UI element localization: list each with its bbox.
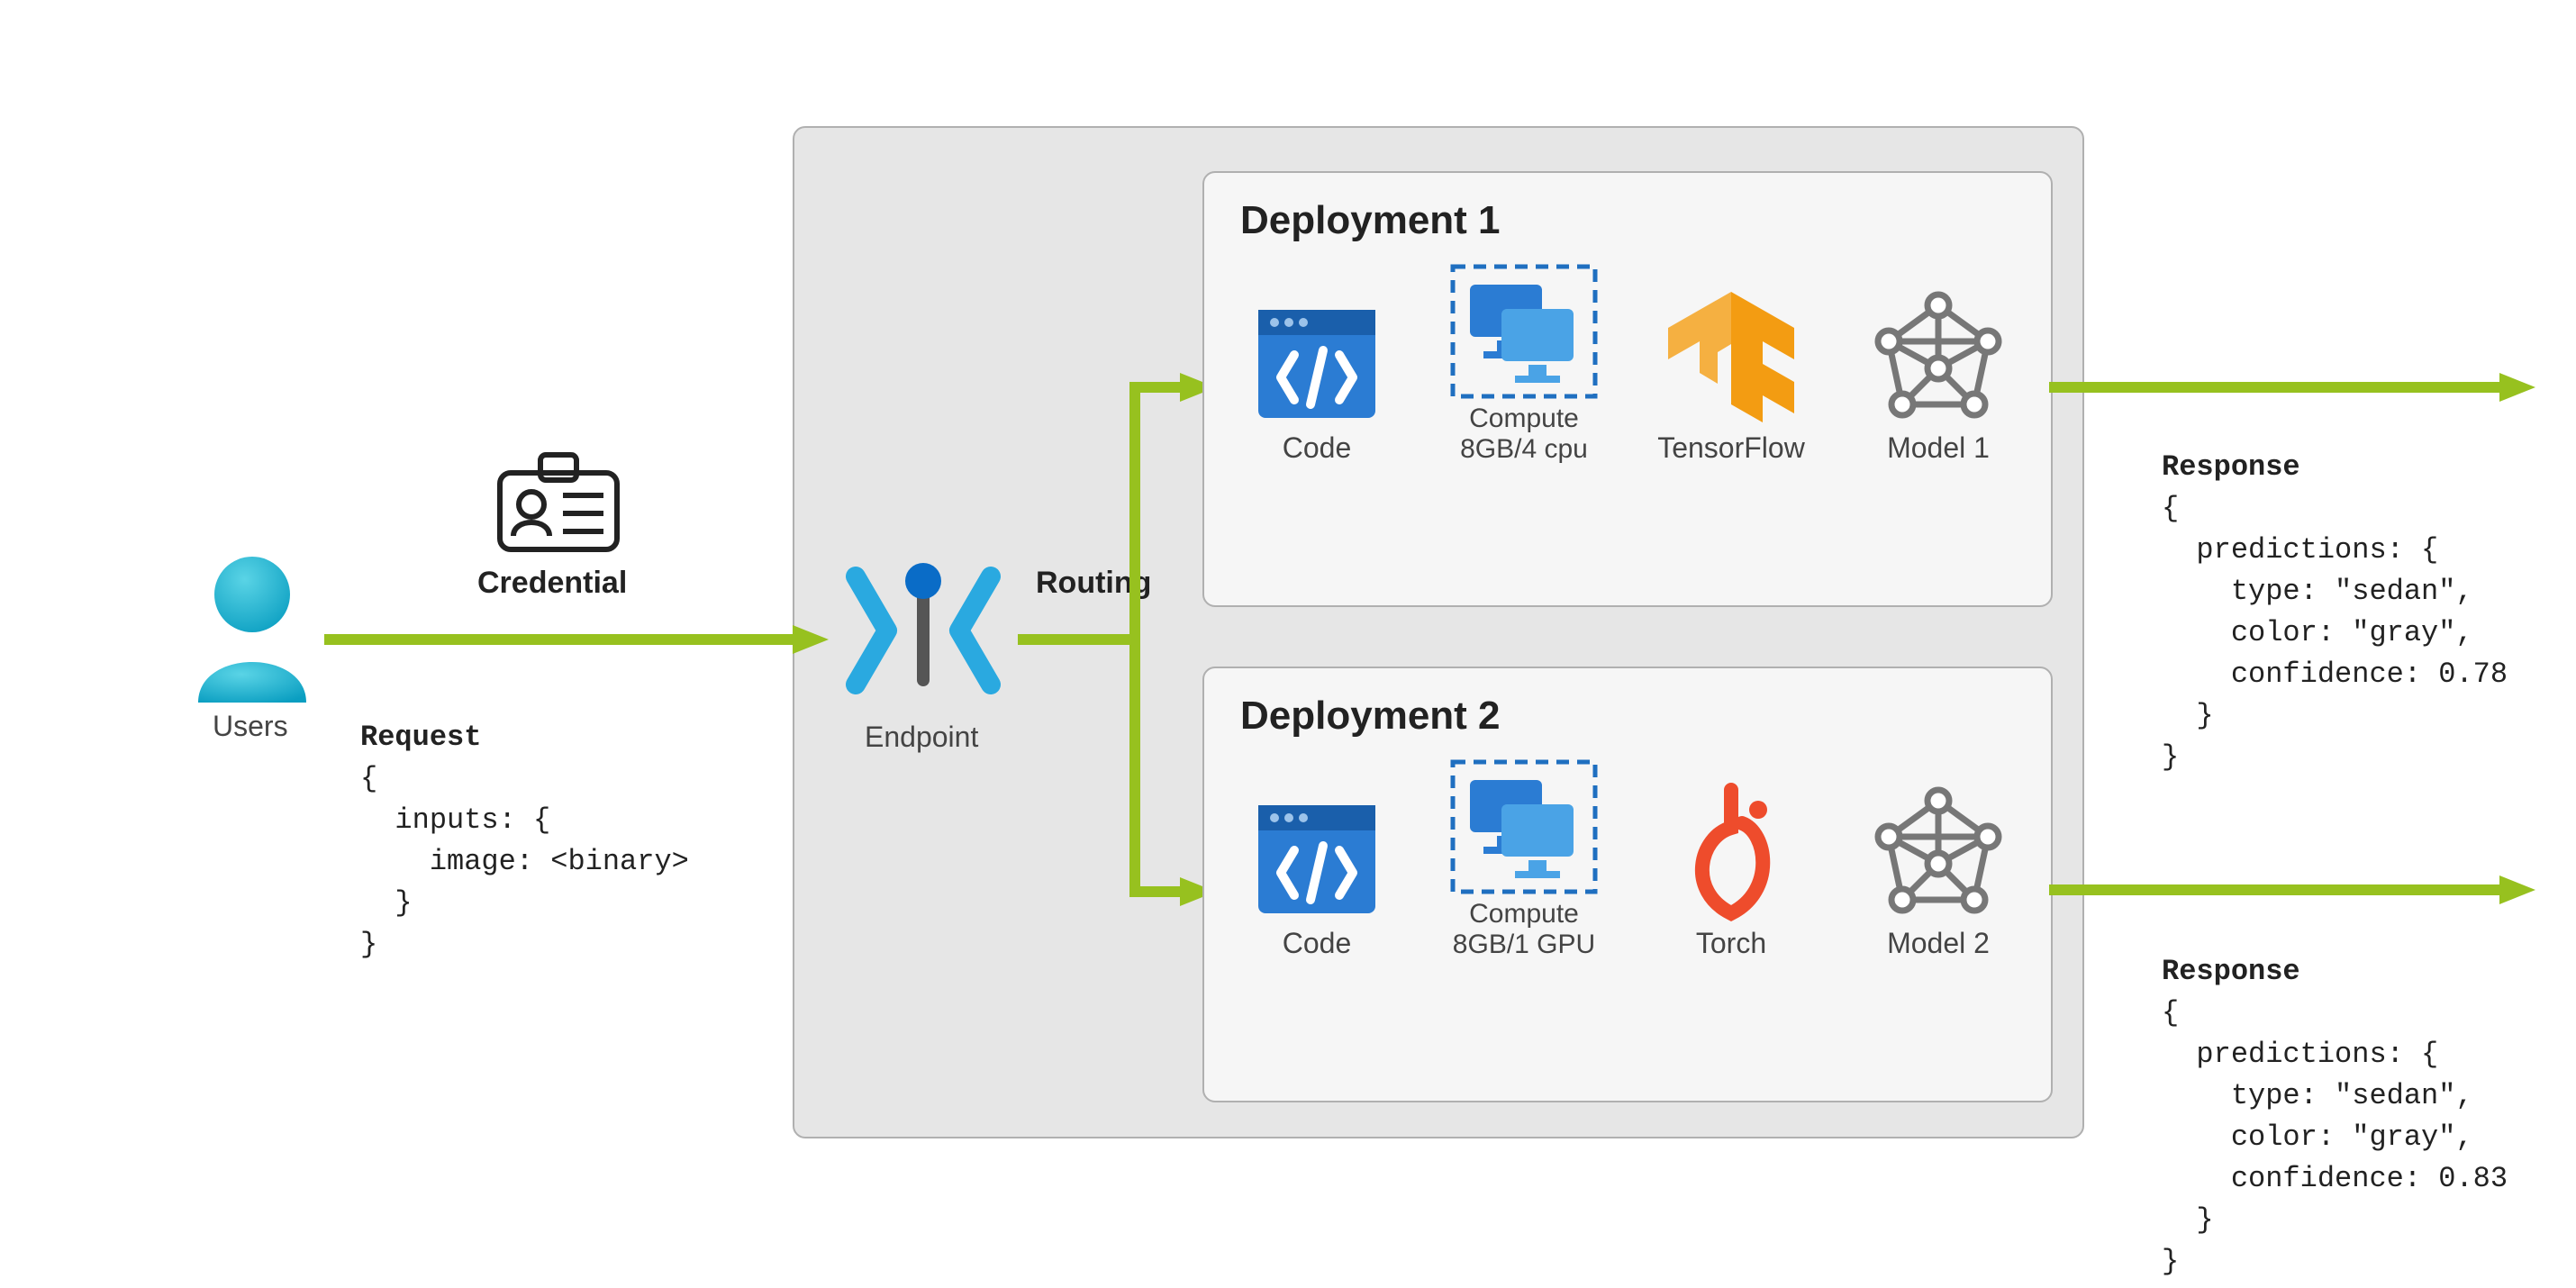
model-label: Model 1	[1887, 431, 1990, 465]
compute-label: Compute	[1469, 404, 1579, 434]
model-label: Model 2	[1887, 927, 1990, 960]
deployment-2-title: Deployment 2	[1204, 668, 2051, 739]
framework-cell: TensorFlow	[1632, 287, 1830, 465]
endpoint-icon	[838, 549, 1009, 712]
framework-label: TensorFlow	[1657, 431, 1805, 465]
response-line: }	[2162, 699, 2214, 732]
deployment-2-box: Deployment 2 Code	[1202, 667, 2053, 1102]
response-title: Response	[2162, 955, 2300, 988]
request-title: Request	[360, 721, 481, 754]
request-line: }	[360, 886, 413, 920]
arrow-user-endpoint	[324, 621, 829, 658]
code-icon	[1249, 792, 1384, 927]
deployment-1-box: Deployment 1 Code	[1202, 171, 2053, 607]
response-line: }	[2162, 1203, 2214, 1237]
pytorch-icon	[1668, 783, 1794, 927]
arrow-routing-top	[1018, 360, 1216, 649]
credential-badge-icon	[491, 450, 626, 558]
model-graph-icon	[1866, 783, 2010, 927]
model-cell: Model 1	[1839, 287, 2037, 465]
arrow-out-1	[2049, 369, 2535, 405]
code-label: Code	[1283, 927, 1352, 960]
response-line: color: "gray",	[2162, 1120, 2473, 1154]
response-line: }	[2162, 740, 2179, 774]
users-label: Users	[213, 710, 288, 743]
code-cell: Code	[1218, 792, 1416, 960]
deployment-1-title: Deployment 1	[1204, 173, 2051, 243]
framework-cell: Torch	[1632, 783, 1830, 960]
arrow-routing-bottom	[1018, 630, 1216, 919]
credential-label: Credential	[477, 566, 627, 601]
request-line: image: <binary>	[360, 845, 689, 878]
code-cell: Code	[1218, 296, 1416, 465]
response-line: predictions: {	[2162, 1038, 2438, 1071]
response-title: Response	[2162, 450, 2300, 484]
response-line: type: "sedan",	[2162, 575, 2473, 608]
model-cell: Model 2	[1839, 783, 2037, 960]
response-1-block: Response { predictions: { type: "sedan",…	[2162, 405, 2508, 778]
response-line: {	[2162, 996, 2179, 1029]
compute-cell: Compute 8GB/1 GPU	[1425, 755, 1623, 960]
response-2-block: Response { predictions: { type: "sedan",…	[2162, 910, 2508, 1283]
code-icon	[1249, 296, 1384, 431]
compute-icon	[1447, 755, 1601, 899]
response-line: predictions: {	[2162, 533, 2438, 567]
response-line: type: "sedan",	[2162, 1079, 2473, 1112]
response-line: confidence: 0.78	[2162, 658, 2508, 691]
user-icon	[189, 549, 315, 703]
request-line: {	[360, 762, 377, 795]
response-line: confidence: 0.83	[2162, 1162, 2508, 1195]
response-line: }	[2162, 1245, 2179, 1278]
request-block: Request { inputs: { image: <binary> } }	[360, 676, 689, 966]
response-line: color: "gray",	[2162, 616, 2473, 649]
request-line: inputs: {	[360, 803, 550, 837]
compute-spec: 8GB/4 cpu	[1460, 434, 1588, 465]
compute-label: Compute	[1469, 899, 1579, 930]
arrow-out-2	[2049, 872, 2535, 908]
endpoint-label: Endpoint	[865, 721, 978, 754]
framework-label: Torch	[1696, 927, 1766, 960]
code-label: Code	[1283, 431, 1352, 465]
model-graph-icon	[1866, 287, 2010, 431]
tensorflow-icon	[1664, 287, 1799, 431]
compute-spec: 8GB/1 GPU	[1453, 930, 1595, 960]
compute-cell: Compute 8GB/4 cpu	[1425, 259, 1623, 465]
request-line: }	[360, 928, 377, 961]
response-line: {	[2162, 492, 2179, 525]
compute-icon	[1447, 259, 1601, 404]
